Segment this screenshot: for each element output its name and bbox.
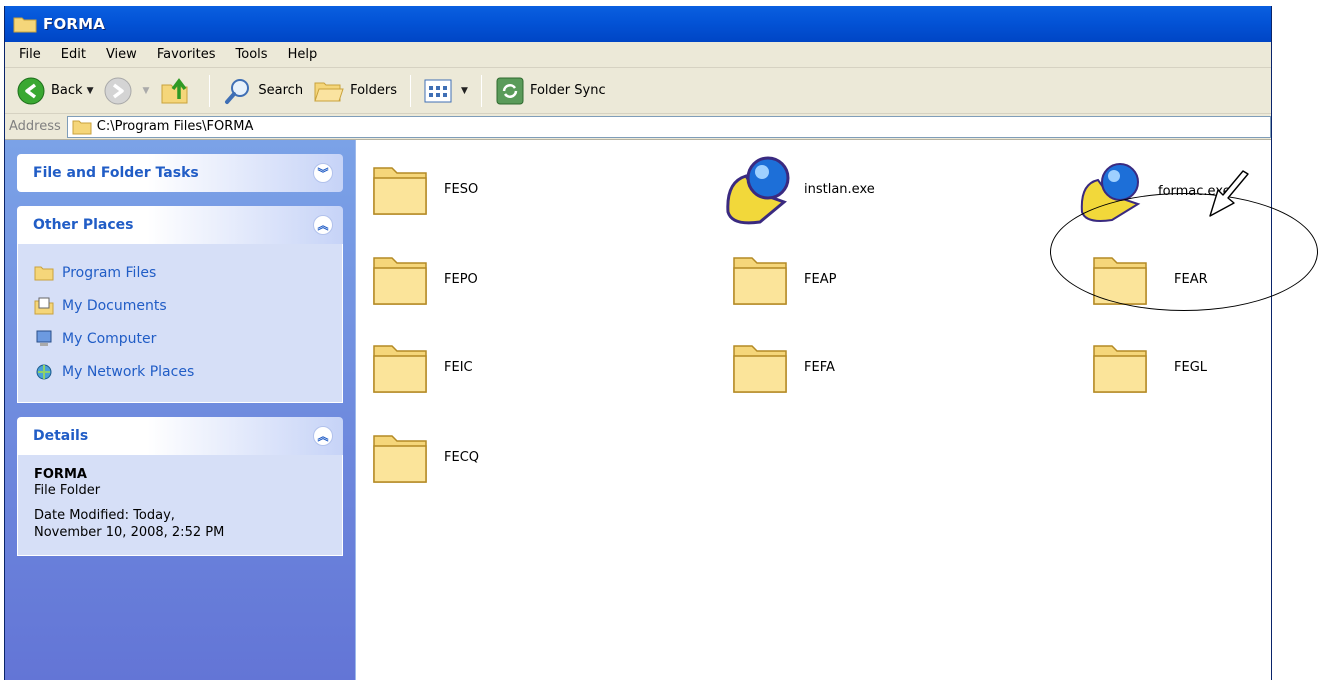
collapse-icon[interactable]: ︽ — [313, 426, 333, 446]
place-program-files[interactable]: Program Files — [34, 256, 330, 289]
back-arrow-icon — [17, 77, 45, 104]
search-button[interactable]: Search — [218, 73, 308, 109]
folder-icon — [733, 257, 787, 305]
forward-button[interactable]: ▼ — [98, 73, 154, 109]
folder-item[interactable]: FEPO — [370, 250, 478, 308]
panel-title: Details — [33, 428, 89, 444]
toolbar-separator — [209, 74, 211, 107]
address-bar: Address C:\Program Files\FORMA — [5, 114, 1271, 140]
chevron-down-icon[interactable]: ▼ — [87, 86, 94, 96]
menu-favorites[interactable]: Favorites — [147, 47, 226, 62]
folder-sync-button[interactable]: Folder Sync — [490, 73, 611, 109]
panel-body: FORMA File Folder Date Modified: Today, … — [17, 455, 343, 556]
search-label: Search — [258, 83, 304, 98]
panel-header[interactable]: Details ︽ — [17, 417, 343, 455]
place-label: My Computer — [62, 330, 157, 347]
item-label: FEPO — [444, 271, 478, 287]
menu-bar: File Edit View Favorites Tools Help — [5, 42, 1271, 68]
chevron-down-icon[interactable]: ▼ — [461, 86, 468, 96]
panel-header[interactable]: File and Folder Tasks ︾ — [17, 154, 343, 192]
computer-icon — [36, 330, 52, 346]
folder-icon — [1093, 345, 1147, 393]
place-label: My Network Places — [62, 363, 195, 380]
panel-body: Program Files My Documents My Computer M… — [17, 244, 343, 403]
toolbar: Back ▼ ▼ Search Folders ▼ Folder Sync — [5, 68, 1271, 114]
folder-sync-label: Folder Sync — [529, 83, 606, 98]
folder-icon — [733, 345, 787, 393]
folder-icon — [373, 167, 427, 215]
network-icon — [36, 364, 52, 379]
back-button[interactable]: Back ▼ — [11, 73, 98, 109]
item-label: FEAP — [804, 271, 837, 287]
toolbar-separator — [480, 74, 482, 107]
place-label: My Documents — [62, 297, 167, 314]
folder-icon — [373, 435, 427, 483]
folder-item[interactable]: FEAP — [730, 250, 836, 308]
panel-title: File and Folder Tasks — [33, 165, 199, 181]
item-label: FEIC — [444, 359, 473, 375]
documents-icon — [34, 297, 54, 314]
app-icon — [726, 156, 790, 225]
up-folder-icon — [161, 77, 188, 103]
place-my-computer[interactable]: My Computer — [34, 322, 330, 355]
task-pane: File and Folder Tasks ︾ Other Places ︽ P… — [5, 140, 355, 680]
other-places-panel: Other Places ︽ Program Files My Document… — [17, 206, 343, 403]
place-my-network-places[interactable]: My Network Places — [34, 355, 330, 388]
annotation-arrow-icon — [1209, 170, 1249, 217]
item-label: FEGL — [1174, 359, 1208, 375]
address-input[interactable]: C:\Program Files\FORMA — [66, 115, 1271, 138]
menu-help[interactable]: Help — [278, 47, 328, 62]
sync-icon — [496, 77, 524, 104]
menu-edit[interactable]: Edit — [51, 47, 96, 62]
menu-view[interactable]: View — [96, 47, 147, 62]
up-folder-button[interactable] — [154, 73, 201, 109]
search-icon — [225, 78, 250, 104]
details-name: FORMA — [34, 467, 87, 482]
forward-arrow-icon — [104, 77, 132, 104]
folders-button[interactable]: Folders — [308, 73, 402, 109]
views-icon — [424, 79, 452, 102]
item-label: FESO — [444, 181, 479, 197]
details-modified-line1: Date Modified: Today, — [34, 508, 175, 523]
folder-item[interactable]: FEGL — [1090, 338, 1207, 396]
back-label: Back — [51, 83, 83, 98]
folders-icon — [314, 82, 344, 101]
folders-label: Folders — [350, 83, 398, 98]
folder-icon — [72, 120, 92, 134]
folder-icon — [373, 257, 427, 305]
panel-title: Other Places — [33, 217, 134, 233]
details-modified-line2: November 10, 2008, 2:52 PM — [34, 525, 225, 540]
address-value: C:\Program Files\FORMA — [96, 119, 254, 134]
folder-icon — [373, 345, 427, 393]
place-label: Program Files — [62, 264, 157, 281]
annotation-ellipse — [1050, 193, 1318, 311]
toolbar-separator — [410, 74, 412, 107]
collapse-icon[interactable]: ︽ — [313, 215, 333, 235]
details-panel: Details ︽ FORMA File Folder Date Modifie… — [17, 417, 343, 556]
explorer-window: FORMA File Edit View Favorites Tools Hel… — [4, 6, 1272, 680]
views-button[interactable]: ▼ — [419, 73, 473, 109]
file-folder-tasks-panel: File and Folder Tasks ︾ — [17, 154, 343, 192]
folder-item[interactable]: FEFA — [730, 338, 835, 396]
expand-icon[interactable]: ︾ — [313, 163, 333, 183]
title-bar[interactable]: FORMA — [5, 6, 1271, 42]
address-label: Address — [9, 119, 61, 134]
chevron-down-icon[interactable]: ▼ — [142, 86, 149, 96]
folder-item[interactable]: FESO — [370, 160, 478, 218]
panel-header[interactable]: Other Places ︽ — [17, 206, 343, 244]
folder-icon — [13, 17, 37, 33]
place-my-documents[interactable]: My Documents — [34, 289, 330, 322]
details-type: File Folder — [34, 483, 101, 498]
folder-item[interactable]: FECQ — [370, 428, 479, 486]
folder-icon — [34, 266, 54, 280]
item-label: FECQ — [444, 449, 480, 465]
item-label: instlan.exe — [804, 181, 875, 197]
menu-tools[interactable]: Tools — [226, 47, 278, 62]
exe-item[interactable]: instlan.exe — [722, 152, 875, 226]
menu-file[interactable]: File — [9, 47, 51, 62]
folder-item[interactable]: FEIC — [370, 338, 473, 396]
window-title: FORMA — [43, 15, 106, 33]
item-label: FEFA — [804, 359, 835, 375]
